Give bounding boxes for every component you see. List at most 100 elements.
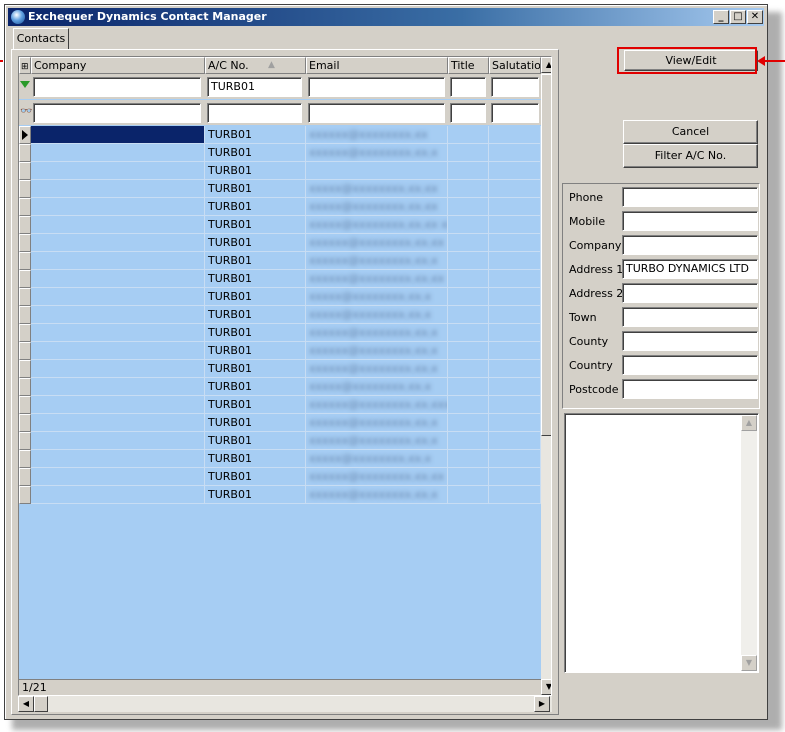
table-cell-ac-no[interactable]: TURB01 — [205, 270, 306, 288]
table-cell-email[interactable]: xxxxxx@xxxxxxxx.xx.x — [306, 414, 448, 432]
row-selector[interactable] — [19, 324, 31, 342]
table-cell-company[interactable] — [31, 162, 205, 180]
grid-vertical-scrollbar[interactable]: ▲ ▼ — [541, 57, 551, 695]
row-selector[interactable] — [19, 360, 31, 378]
table-cell-company[interactable] — [31, 198, 205, 216]
grid-horizontal-scrollbar[interactable]: ◀ ▶ — [18, 696, 552, 712]
tab-contacts[interactable]: Contacts — [13, 28, 69, 50]
column-header-title[interactable]: Title — [448, 57, 489, 74]
address1-field[interactable]: TURBO DYNAMICS LTD — [622, 259, 758, 279]
row-selector[interactable] — [19, 144, 31, 162]
table-cell-salutation[interactable] — [489, 216, 541, 234]
table-cell-title[interactable] — [448, 432, 489, 450]
table-cell-salutation[interactable] — [489, 162, 541, 180]
filter-ac-no-input[interactable]: TURB01 — [207, 77, 302, 97]
table-cell-salutation[interactable] — [489, 270, 541, 288]
table-cell-title[interactable] — [448, 270, 489, 288]
notes-memo[interactable]: ▲ ▼ — [564, 413, 759, 673]
row-selector[interactable] — [19, 216, 31, 234]
table-cell-title[interactable] — [448, 396, 489, 414]
table-cell-company[interactable] — [31, 252, 205, 270]
table-cell-company[interactable] — [31, 270, 205, 288]
table-cell-title[interactable] — [448, 342, 489, 360]
table-cell-email[interactable]: xxxxxx@xxxxxxxx.xx.x — [306, 486, 448, 504]
row-selector[interactable] — [19, 342, 31, 360]
table-cell-company[interactable] — [31, 306, 205, 324]
table-cell-title[interactable] — [448, 324, 489, 342]
table-cell-ac-no[interactable]: TURB01 — [205, 144, 306, 162]
grid-options-icon[interactable]: ⊞ — [19, 57, 31, 74]
row-selector[interactable] — [19, 288, 31, 306]
table-cell-company[interactable] — [31, 414, 205, 432]
table-cell-title[interactable] — [448, 234, 489, 252]
table-cell-email[interactable] — [306, 162, 448, 180]
table-cell-email[interactable]: xxxxx@xxxxxxxx.xx.x — [306, 378, 448, 396]
table-cell-salutation[interactable] — [489, 288, 541, 306]
scroll-thumb[interactable] — [541, 74, 551, 436]
table-cell-email[interactable]: xxxxxx@xxxxxxxx.xx.xxxxx — [306, 396, 448, 414]
table-cell-ac-no[interactable]: TURB01 — [205, 432, 306, 450]
table-cell-email[interactable]: xxxxxx@xxxxxxxx.xx.x — [306, 360, 448, 378]
table-cell-email[interactable]: xxxxx@xxxxxxxx.xx.xx xxxx — [306, 216, 448, 234]
table-cell-salutation[interactable] — [489, 360, 541, 378]
table-cell-salutation[interactable] — [489, 144, 541, 162]
table-cell-email[interactable]: xxxxx@xxxxxxxx.xx.x — [306, 450, 448, 468]
table-cell-salutation[interactable] — [489, 342, 541, 360]
postcode-field[interactable] — [622, 379, 758, 399]
row-selector[interactable] — [19, 306, 31, 324]
table-cell-email[interactable]: xxxxxx@xxxxxxxx.xx.xx — [306, 468, 448, 486]
table-cell-salutation[interactable] — [489, 234, 541, 252]
table-cell-ac-no[interactable]: TURB01 — [205, 162, 306, 180]
table-cell-email[interactable]: xxxxxx@xxxxxxxx.xx — [306, 126, 448, 144]
table-cell-salutation[interactable] — [489, 432, 541, 450]
row-selector[interactable] — [19, 468, 31, 486]
close-button[interactable]: ✕ — [747, 10, 763, 24]
table-cell-company[interactable] — [31, 360, 205, 378]
town-field[interactable] — [622, 307, 758, 327]
row-selector[interactable] — [19, 126, 31, 144]
table-cell-title[interactable] — [448, 144, 489, 162]
filter-company-input[interactable] — [33, 77, 201, 97]
table-cell-email[interactable]: xxxxx@xxxxxxxx.xx.xx — [306, 198, 448, 216]
table-cell-salutation[interactable] — [489, 252, 541, 270]
scroll-right-icon[interactable]: ▶ — [534, 696, 550, 712]
table-cell-company[interactable] — [31, 396, 205, 414]
table-cell-salutation[interactable] — [489, 324, 541, 342]
table-cell-company[interactable] — [31, 468, 205, 486]
table-cell-ac-no[interactable]: TURB01 — [205, 180, 306, 198]
table-cell-title[interactable] — [448, 360, 489, 378]
filter-salutation-input[interactable] — [491, 77, 539, 97]
table-cell-company[interactable] — [31, 342, 205, 360]
table-cell-company[interactable] — [31, 288, 205, 306]
table-cell-company[interactable] — [31, 144, 205, 162]
row-selector[interactable] — [19, 180, 31, 198]
filter-email-input[interactable] — [308, 77, 445, 97]
table-cell-email[interactable]: xxxxxx@xxxxxxxx.xx.x — [306, 324, 448, 342]
table-cell-ac-no[interactable]: TURB01 — [205, 126, 306, 144]
minimize-button[interactable]: _ — [713, 10, 729, 24]
filter-ac-no-button[interactable]: Filter A/C No. — [623, 144, 758, 168]
table-cell-title[interactable] — [448, 216, 489, 234]
table-cell-ac-no[interactable]: TURB01 — [205, 288, 306, 306]
table-cell-title[interactable] — [448, 126, 489, 144]
table-cell-title[interactable] — [448, 180, 489, 198]
table-cell-salutation[interactable] — [489, 468, 541, 486]
table-cell-salutation[interactable] — [489, 450, 541, 468]
table-cell-company[interactable] — [31, 234, 205, 252]
search-title-input[interactable] — [450, 103, 486, 123]
row-selector[interactable] — [19, 234, 31, 252]
column-header-ac-no[interactable]: A/C No. ▲ — [205, 57, 306, 74]
row-selector[interactable] — [19, 270, 31, 288]
table-cell-ac-no[interactable]: TURB01 — [205, 198, 306, 216]
table-cell-salutation[interactable] — [489, 378, 541, 396]
table-cell-email[interactable]: xxxxx@xxxxxxxx.xx.x — [306, 306, 448, 324]
table-cell-title[interactable] — [448, 378, 489, 396]
table-cell-title[interactable] — [448, 252, 489, 270]
table-cell-email[interactable]: xxxxxx@xxxxxxxx.xx.xx — [306, 270, 448, 288]
row-selector[interactable] — [19, 450, 31, 468]
row-selector[interactable] — [19, 432, 31, 450]
scroll-down-icon[interactable]: ▼ — [541, 679, 551, 695]
column-header-salutation[interactable]: Salutation — [489, 57, 541, 74]
table-cell-company[interactable] — [31, 216, 205, 234]
table-cell-ac-no[interactable]: TURB01 — [205, 360, 306, 378]
